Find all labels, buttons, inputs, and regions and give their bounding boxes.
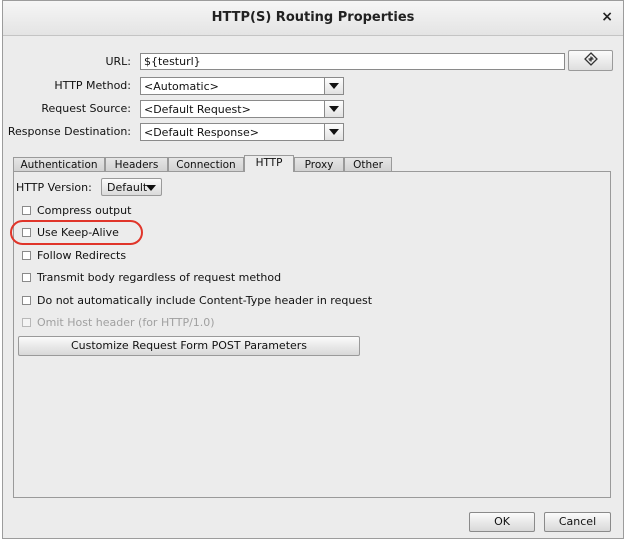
context-variable-icon <box>583 52 598 69</box>
transmit-body-label[interactable]: Transmit body regardless of request meth… <box>37 271 281 284</box>
ok-button[interactable]: OK <box>469 512 535 532</box>
url-variable-button[interactable] <box>568 50 613 71</box>
follow-redirects-checkbox[interactable] <box>22 251 31 260</box>
routing-properties-dialog: HTTP(S) Routing Properties × URL: ${test… <box>2 0 624 539</box>
tab-http[interactable]: HTTP <box>244 155 294 172</box>
request-source-value: <Default Request> <box>144 103 251 116</box>
chevron-down-icon[interactable] <box>324 101 343 117</box>
tab-proxy[interactable]: Proxy <box>294 157 344 171</box>
keep-alive-highlight-ring <box>10 220 143 245</box>
omit-content-type-label[interactable]: Do not automatically include Content-Typ… <box>37 294 372 307</box>
http-version-value: Default <box>107 181 148 194</box>
omit-content-type-checkbox[interactable] <box>22 296 31 305</box>
compress-output-checkbox[interactable] <box>22 206 31 215</box>
http-version-label: HTTP Version: <box>16 181 92 194</box>
chevron-down-icon <box>146 185 156 191</box>
request-source-label: Request Source: <box>41 102 131 115</box>
chevron-down-icon[interactable] <box>324 124 343 140</box>
close-icon[interactable]: × <box>601 9 613 25</box>
http-method-value: <Automatic> <box>144 80 219 93</box>
http-version-select[interactable]: Default <box>101 178 162 196</box>
omit-host-header-label: Omit Host header (for HTTP/1.0) <box>37 316 215 329</box>
compress-output-label[interactable]: Compress output <box>37 204 131 217</box>
transmit-body-checkbox[interactable] <box>22 273 31 282</box>
tab-connection[interactable]: Connection <box>168 157 244 171</box>
response-destination-label: Response Destination: <box>7 125 131 138</box>
response-destination-select[interactable]: <Default Response> <box>140 123 344 141</box>
tab-headers[interactable]: Headers <box>105 157 168 171</box>
request-source-select[interactable]: <Default Request> <box>140 100 344 118</box>
url-label: URL: <box>105 55 131 68</box>
tab-other[interactable]: Other <box>344 157 392 171</box>
customize-post-parameters-button[interactable]: Customize Request Form POST Parameters <box>18 336 360 356</box>
chevron-down-icon[interactable] <box>324 78 343 94</box>
url-input[interactable]: ${testurl} <box>140 53 565 70</box>
title-bar[interactable]: HTTP(S) Routing Properties × <box>3 1 623 36</box>
dialog-title: HTTP(S) Routing Properties <box>211 10 415 25</box>
follow-redirects-label[interactable]: Follow Redirects <box>37 249 126 262</box>
omit-host-header-checkbox <box>22 318 31 327</box>
tab-authentication[interactable]: Authentication <box>13 157 105 171</box>
response-destination-value: <Default Response> <box>144 126 259 139</box>
http-method-select[interactable]: <Automatic> <box>140 77 344 95</box>
cancel-button[interactable]: Cancel <box>544 512 611 532</box>
http-method-label: HTTP Method: <box>54 79 131 92</box>
